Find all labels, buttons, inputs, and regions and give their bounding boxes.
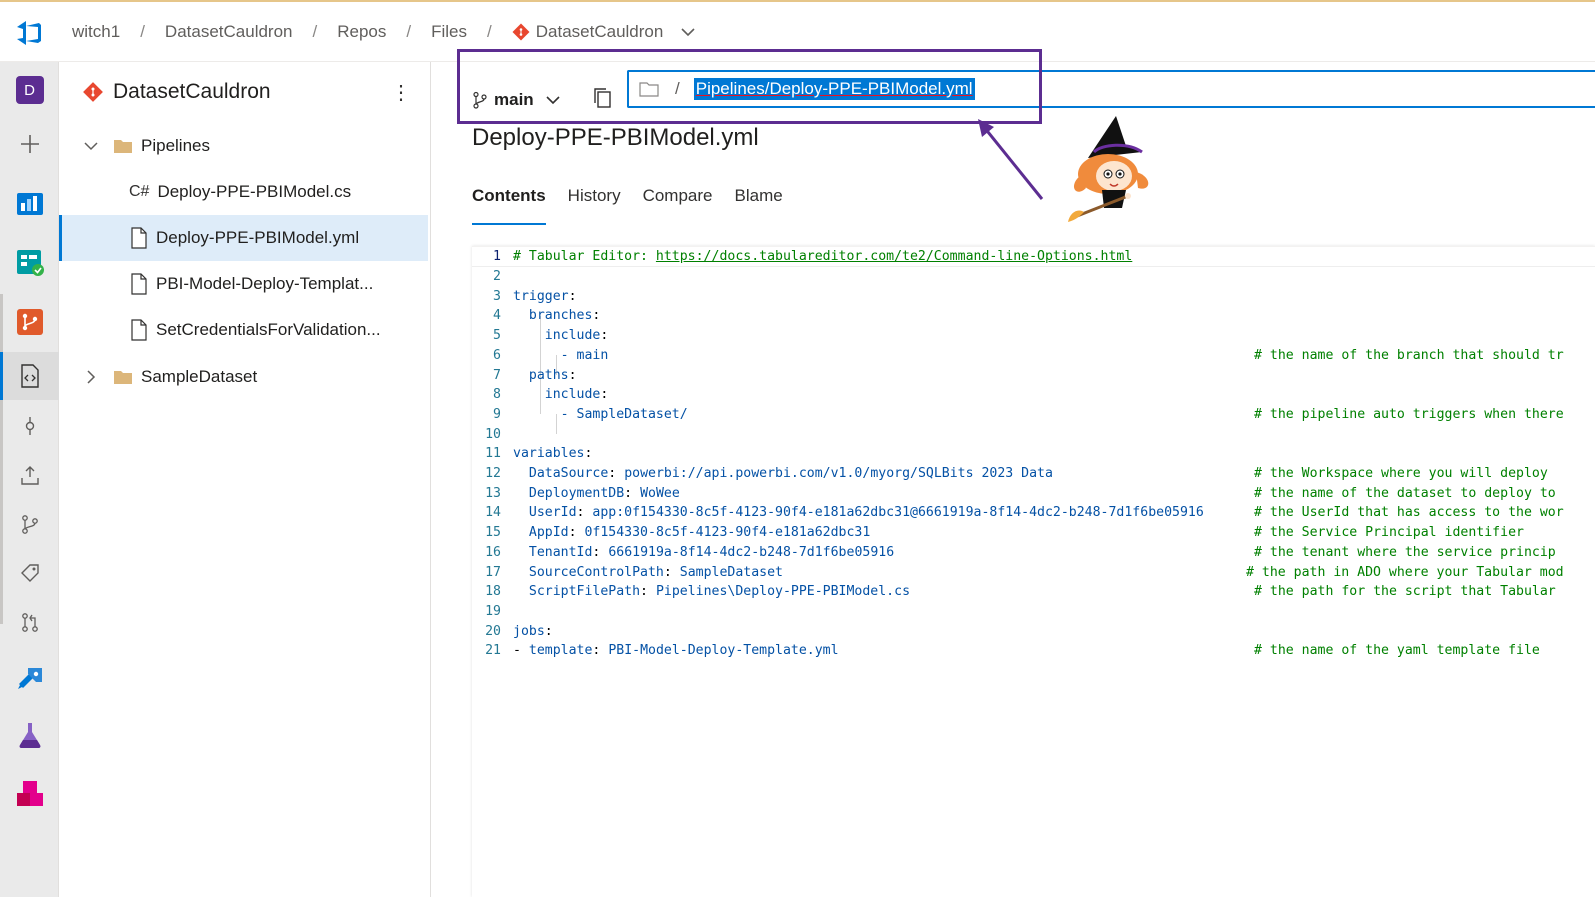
tree-file-cs[interactable]: C# Deploy-PPE-PBIModel.cs — [59, 169, 428, 215]
breadcrumb: witch1 / DatasetCauldron / Repos / Files… — [72, 22, 695, 42]
tags-icon[interactable] — [0, 549, 59, 597]
page-title: Deploy-PPE-PBIModel.yml — [472, 124, 759, 151]
code-comment: # the Workspace where you will deploy — [1254, 466, 1548, 482]
annotation-arrow-icon — [978, 119, 1044, 200]
file-icon — [131, 319, 147, 341]
breadcrumb-org[interactable]: witch1 — [72, 22, 120, 42]
repo-name: DatasetCauldron — [113, 80, 271, 103]
overview-icon[interactable] — [0, 180, 59, 228]
more-options-icon[interactable]: ⋮ — [391, 80, 411, 105]
tree-file-credentials[interactable]: SetCredentialsForValidation... — [59, 307, 428, 353]
code-line: 18 ScriptFilePath: Pipelines\Deploy-PPE-… — [485, 584, 911, 600]
file-icon — [131, 227, 147, 249]
pushes-icon[interactable] — [0, 451, 59, 499]
folder-icon — [114, 371, 132, 384]
annotation-highlight-box — [457, 49, 1042, 124]
breadcrumb-repo-picker[interactable]: DatasetCauldron — [512, 22, 696, 42]
breadcrumb-separator: / — [140, 22, 145, 41]
repos-icon[interactable] — [0, 298, 59, 346]
git-repo-icon — [83, 82, 103, 102]
code-line: 6 - main — [493, 347, 609, 363]
code-editor[interactable]: 1 # Tabular Editor: https://docs.tabulare… — [472, 246, 1595, 897]
folder-icon — [114, 140, 132, 153]
add-icon[interactable] — [0, 120, 59, 168]
chevron-right-icon — [87, 370, 96, 384]
chevron-down-icon — [681, 28, 695, 37]
code-line: 15 AppId: 0f154330-8c5f-4123-90f4-e181a6… — [485, 525, 871, 541]
git-repo-icon — [512, 23, 530, 41]
artifacts-icon[interactable] — [0, 770, 59, 818]
tree-folder-sampledataset[interactable]: SampleDataset — [59, 354, 428, 400]
tab-history[interactable]: History — [568, 186, 621, 225]
code-line: 20 jobs: — [485, 623, 553, 639]
tree-file-template[interactable]: PBI-Model-Deploy-Templat... — [59, 261, 428, 307]
code-line: 21- template: PBI-Model-Deploy-Template.… — [485, 643, 839, 659]
tree-folder-pipelines[interactable]: Pipelines — [59, 123, 428, 169]
code-comment: # the name of the dataset to deploy to — [1254, 485, 1556, 501]
left-navigation-rail: D — [0, 62, 59, 897]
tree-file-yml[interactable]: Deploy-PPE-PBIModel.yml — [59, 215, 428, 261]
code-line: 8 include: — [493, 387, 609, 403]
code-comment: # the Service Principal identifier — [1254, 525, 1524, 541]
breadcrumb-separator: / — [406, 22, 412, 41]
chevron-down-icon — [84, 142, 98, 151]
commits-icon[interactable] — [0, 402, 59, 450]
docs-link[interactable]: https://docs.tabulareditor.com/te2/Comma… — [656, 249, 1132, 264]
breadcrumb-files[interactable]: Files — [431, 22, 467, 42]
breadcrumb-separator: / — [312, 22, 318, 41]
code-line: 11 variables: — [485, 446, 593, 462]
code-comment: # the UserId that has access to the wor — [1254, 505, 1564, 521]
code-comment: # the name of the yaml template file — [1254, 643, 1540, 659]
code-line: 1 # Tabular Editor: https://docs.tabulare… — [493, 249, 1133, 265]
code-line: 5 include: — [493, 328, 609, 344]
azure-devops-logo-icon[interactable] — [14, 18, 44, 48]
csharp-file-icon: C# — [129, 183, 150, 200]
project-avatar[interactable]: D — [0, 66, 59, 114]
code-line: 14 UserId: app:0f154330-8c5f-4123-90f4-e… — [485, 505, 1204, 521]
repo-header[interactable]: DatasetCauldron — [83, 80, 271, 104]
pipelines-icon[interactable] — [0, 653, 59, 701]
code-line: 13 DeploymentDB: WoWee — [485, 485, 680, 501]
file-tabs: Contents History Compare Blame — [472, 186, 783, 225]
tab-contents[interactable]: Contents — [472, 186, 546, 225]
code-comment: # the tenant where the service princip — [1254, 544, 1556, 560]
code-line: 17 SourceControlPath: SampleDataset — [485, 564, 783, 580]
code-line: 2 — [493, 269, 501, 285]
breadcrumb-repo-label: DatasetCauldron — [535, 22, 664, 41]
code-comment: # the path in ADO where your Tabular mod — [1246, 564, 1564, 580]
code-line: 4 branches: — [493, 308, 601, 324]
tab-compare[interactable]: Compare — [643, 186, 713, 225]
code-comment: # the name of the branch that should tr — [1254, 347, 1564, 363]
breadcrumb-project[interactable]: DatasetCauldron — [165, 22, 293, 42]
pull-requests-icon[interactable] — [0, 598, 59, 646]
file-tree-panel: DatasetCauldron ⋮ Pipelines C# Deploy-PP… — [59, 62, 431, 897]
files-icon[interactable] — [0, 352, 59, 400]
tab-blame[interactable]: Blame — [735, 186, 783, 225]
code-line: 3 trigger: — [493, 288, 577, 304]
witch-mascot-icon — [1068, 116, 1149, 222]
code-line: 10 — [485, 426, 501, 442]
boards-icon[interactable] — [0, 238, 59, 286]
code-line: 19 — [485, 603, 501, 619]
breadcrumb-separator: / — [487, 22, 492, 41]
code-comment: # the path for the script that Tabular — [1254, 584, 1556, 600]
code-line: 12 DataSource: powerbi://api.powerbi.com… — [485, 466, 1053, 482]
branches-icon[interactable] — [0, 500, 59, 548]
code-line: 9 - SampleDataset/ — [493, 406, 688, 422]
test-plans-icon[interactable] — [0, 711, 59, 759]
breadcrumb-repos[interactable]: Repos — [337, 22, 386, 42]
code-comment: # the pipeline auto triggers when there — [1254, 406, 1564, 422]
code-line: 16 TenantId: 6661919a-8f14-4dc2-b248-7d1… — [485, 544, 895, 560]
code-line: 7 paths: — [493, 367, 577, 383]
file-icon — [131, 273, 147, 295]
